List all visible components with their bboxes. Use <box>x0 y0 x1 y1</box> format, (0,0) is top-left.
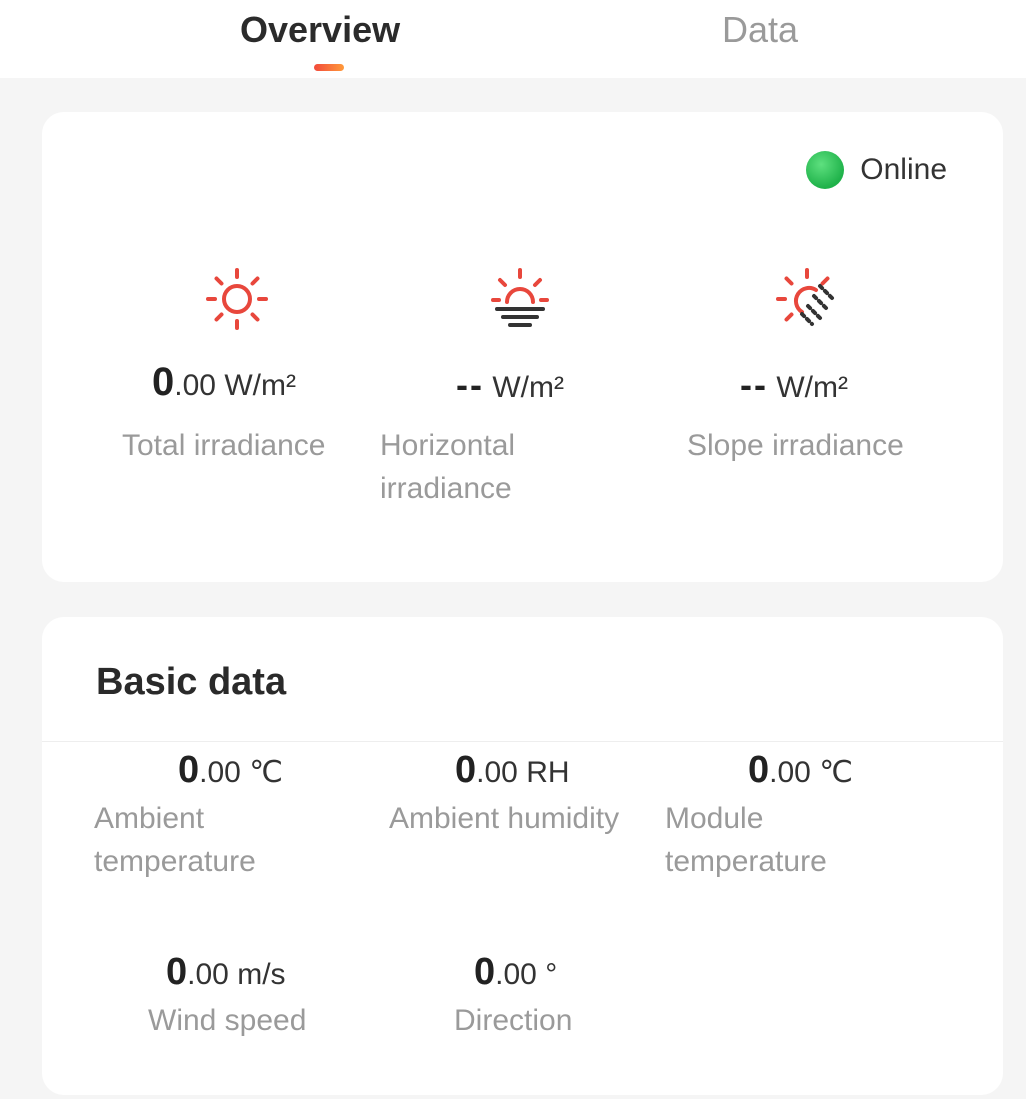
horizontal-irradiance-label: Horizontal irradiance <box>380 429 516 505</box>
direction-label: Direction <box>454 1004 573 1037</box>
ambient-humidity-value: 0.00 RH <box>455 749 570 791</box>
ambient-temperature-value: 0.00 ℃ <box>178 749 283 791</box>
tab-data[interactable]: Data <box>722 8 798 52</box>
active-tab-indicator <box>314 64 344 71</box>
slope-irradiance-value: -- W/m² <box>740 364 848 405</box>
tab-overview[interactable]: Overview <box>240 8 400 52</box>
basic-data-card: Basic data 0.00 ℃ Ambient temperature 0.… <box>42 617 1003 1095</box>
slope-irradiance-label: Slope irradiance <box>687 429 904 462</box>
status-label: Online <box>860 153 947 186</box>
horizontal-irradiance-value: -- W/m² <box>456 364 564 405</box>
irradiance-card: Online 0.00 W/m² Total irradiance -- W/m… <box>42 112 1003 582</box>
module-temperature-label: Module temperature <box>665 802 827 878</box>
total-irradiance-label: Total irradiance <box>122 429 326 462</box>
section-title: Basic data <box>96 661 287 703</box>
sun-horizon-icon <box>491 268 549 327</box>
tab-bar: Overview Data <box>0 0 1026 78</box>
status-indicator: Online <box>806 150 947 190</box>
online-dot-icon <box>806 151 845 189</box>
divider <box>42 741 1003 742</box>
sun-slope-icon <box>776 268 836 326</box>
wind-speed-value: 0.00 m/s <box>166 951 286 993</box>
sun-icon <box>206 268 268 330</box>
direction-value: 0.00 ° <box>474 951 558 993</box>
ambient-humidity-label: Ambient humidity <box>389 802 620 835</box>
ambient-temperature-label: Ambient temperature <box>94 802 256 878</box>
wind-speed-label: Wind speed <box>148 1004 307 1037</box>
total-irradiance-value: 0.00 W/m² <box>152 360 296 404</box>
module-temperature-value: 0.00 ℃ <box>748 749 853 791</box>
